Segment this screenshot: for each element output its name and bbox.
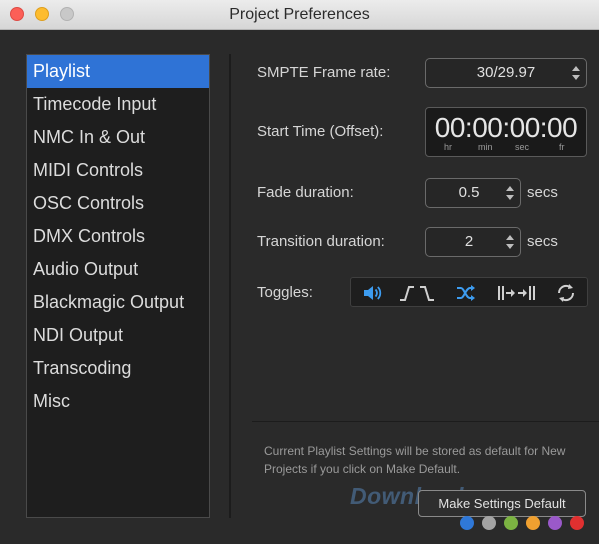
timecode-unit-fr: fr (559, 142, 565, 152)
watermark-dot (504, 516, 518, 530)
transition-duration-label: Transition duration: (257, 233, 385, 250)
sidebar-item-transcoding[interactable]: Transcoding (27, 352, 209, 385)
sidebar-item-ndi-output[interactable]: NDI Output (27, 319, 209, 352)
panel-divider[interactable] (229, 54, 231, 518)
title-bar: Project Preferences (0, 0, 599, 30)
fade-duration-unit: secs (527, 184, 558, 201)
default-settings-note: Current Playlist Settings will be stored… (264, 444, 566, 476)
sidebar-item-osc-controls[interactable]: OSC Controls (27, 187, 209, 220)
stepper-arrows-icon[interactable] (506, 235, 515, 249)
timecode-unit-sec: sec (515, 142, 530, 152)
preferences-sidebar: Playlist Timecode Input NMC In & Out MID… (26, 54, 210, 518)
stepper-arrows-icon[interactable] (506, 186, 515, 200)
watermark-dot (460, 516, 474, 530)
watermark-dot (526, 516, 540, 530)
fade-duration-stepper[interactable]: 0.5 (425, 178, 521, 208)
shuffle-icon[interactable] (455, 282, 477, 304)
watermark-dot (570, 516, 584, 530)
transition-duration-stepper[interactable]: 2 (425, 227, 521, 257)
toggles-bar (350, 277, 588, 307)
sidebar-item-playlist[interactable]: Playlist (27, 55, 209, 88)
sidebar-item-midi-controls[interactable]: MIDI Controls (27, 154, 209, 187)
watermark-dot (482, 516, 496, 530)
repeat-icon[interactable] (555, 282, 577, 304)
popup-arrows-icon (572, 66, 581, 80)
start-time-value: 00:00:00:00 (434, 112, 578, 143)
smpte-frame-rate-value: 30/29.97 (476, 64, 536, 81)
smpte-frame-rate-label: SMPTE Frame rate: (257, 64, 391, 81)
skip-icon[interactable] (496, 282, 538, 304)
sidebar-item-blackmagic-output[interactable]: Blackmagic Output (27, 286, 209, 319)
speaker-icon[interactable] (361, 282, 383, 304)
make-settings-default-button[interactable]: Make Settings Default (418, 490, 586, 517)
sidebar-item-dmx-controls[interactable]: DMX Controls (27, 220, 209, 253)
smpte-frame-rate-popup[interactable]: 30/29.97 (425, 58, 587, 88)
fade-in-out-icon[interactable] (398, 282, 438, 304)
fade-duration-value: 0.5 (458, 184, 480, 201)
sidebar-item-nmc-in-out[interactable]: NMC In & Out (27, 121, 209, 154)
transition-duration-unit: secs (527, 233, 558, 250)
timecode-unit-hr: hr (444, 142, 453, 152)
start-time-timecode-field[interactable]: 00:00:00:00 hr min sec fr (425, 107, 587, 157)
transition-duration-value: 2 (464, 233, 474, 250)
timecode-unit-min: min (478, 142, 493, 152)
window-title: Project Preferences (229, 6, 370, 23)
sidebar-item-misc[interactable]: Misc (27, 385, 209, 418)
fade-duration-label: Fade duration: (257, 184, 354, 201)
toggles-label: Toggles: (257, 284, 313, 301)
sidebar-item-timecode-input[interactable]: Timecode Input (27, 88, 209, 121)
start-time-label: Start Time (Offset): (257, 123, 384, 140)
watermark-dot (548, 516, 562, 530)
footer-divider (252, 421, 599, 422)
sidebar-item-audio-output[interactable]: Audio Output (27, 253, 209, 286)
